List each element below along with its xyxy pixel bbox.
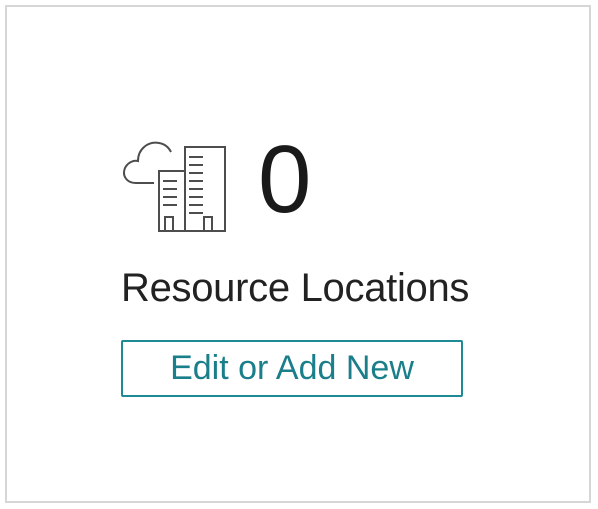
edit-or-add-new-button[interactable]: Edit or Add New bbox=[121, 340, 463, 397]
resource-locations-card: 0 Resource Locations Edit or Add New bbox=[5, 5, 591, 503]
cloud-buildings-icon bbox=[118, 127, 234, 237]
resource-locations-count: 0 bbox=[258, 126, 312, 233]
resource-locations-label: Resource Locations bbox=[121, 266, 470, 310]
